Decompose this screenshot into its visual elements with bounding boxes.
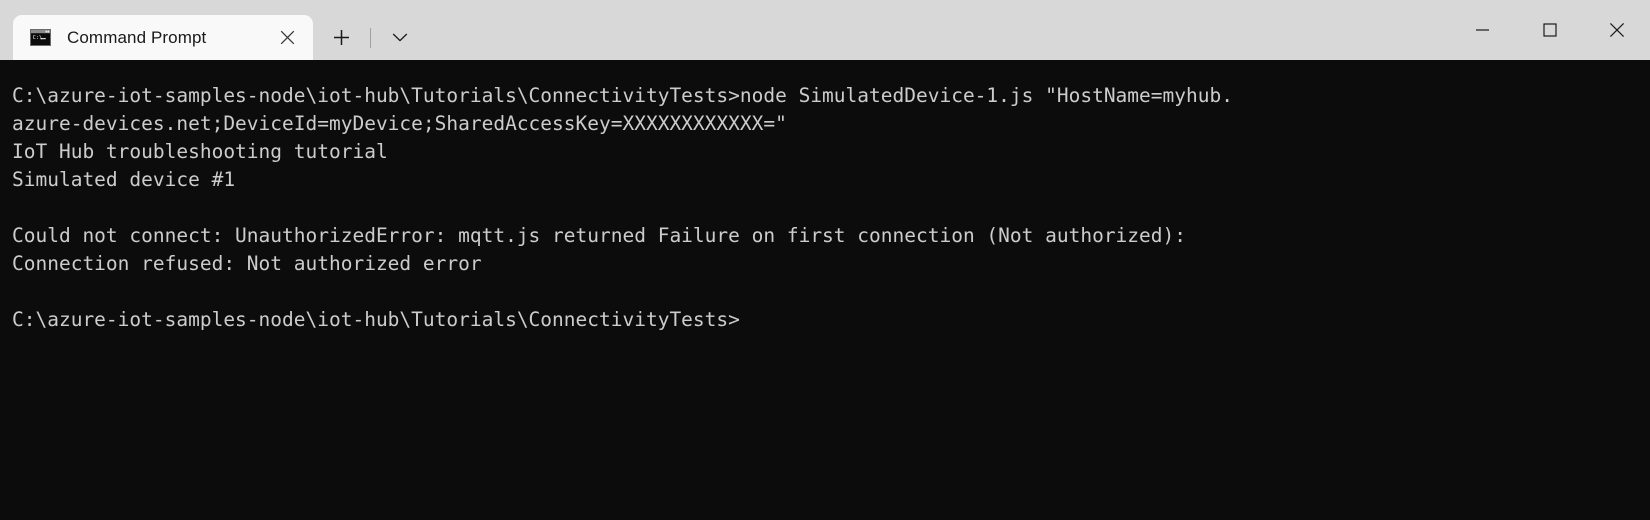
new-tab-button[interactable] xyxy=(323,21,359,55)
maximize-button[interactable] xyxy=(1516,0,1583,60)
terminal-window: C:\ Command Prompt C:\azure-iot-samples-… xyxy=(0,0,1650,520)
tab-strip-divider xyxy=(370,27,371,48)
tab-close-icon[interactable] xyxy=(271,22,303,54)
terminal-line: C:\azure-iot-samples-node\iot-hub\Tutori… xyxy=(12,84,1233,107)
plus-icon xyxy=(333,30,349,45)
close-button[interactable] xyxy=(1583,0,1650,60)
tab-dropdown-button[interactable] xyxy=(382,21,418,55)
tab-strip: C:\ Command Prompt xyxy=(0,0,418,60)
minimize-icon xyxy=(1476,29,1489,31)
terminal-line: IoT Hub troubleshooting tutorial xyxy=(12,140,388,163)
tab-label: Command Prompt xyxy=(67,27,207,47)
command-prompt-icon: C:\ xyxy=(30,29,51,46)
window-controls xyxy=(1449,0,1650,60)
terminal-line: Simulated device #1 xyxy=(12,168,236,191)
terminal-prompt-line: C:\azure-iot-samples-node\iot-hub\Tutori… xyxy=(12,308,740,331)
maximize-icon xyxy=(1542,23,1557,37)
terminal-output[interactable]: C:\azure-iot-samples-node\iot-hub\Tutori… xyxy=(0,60,1650,520)
tab-command-prompt[interactable]: C:\ Command Prompt xyxy=(13,15,313,60)
chevron-down-icon xyxy=(392,33,408,42)
tab-strip-actions xyxy=(313,15,418,60)
terminal-line: azure-devices.net;DeviceId=myDevice;Shar… xyxy=(12,112,787,135)
minimize-button[interactable] xyxy=(1449,0,1516,60)
terminal-line: Connection refused: Not authorized error xyxy=(12,252,482,275)
terminal-line: Could not connect: UnauthorizedError: mq… xyxy=(12,224,1186,247)
close-icon xyxy=(1609,22,1624,38)
title-bar[interactable]: C:\ Command Prompt xyxy=(0,0,1650,60)
